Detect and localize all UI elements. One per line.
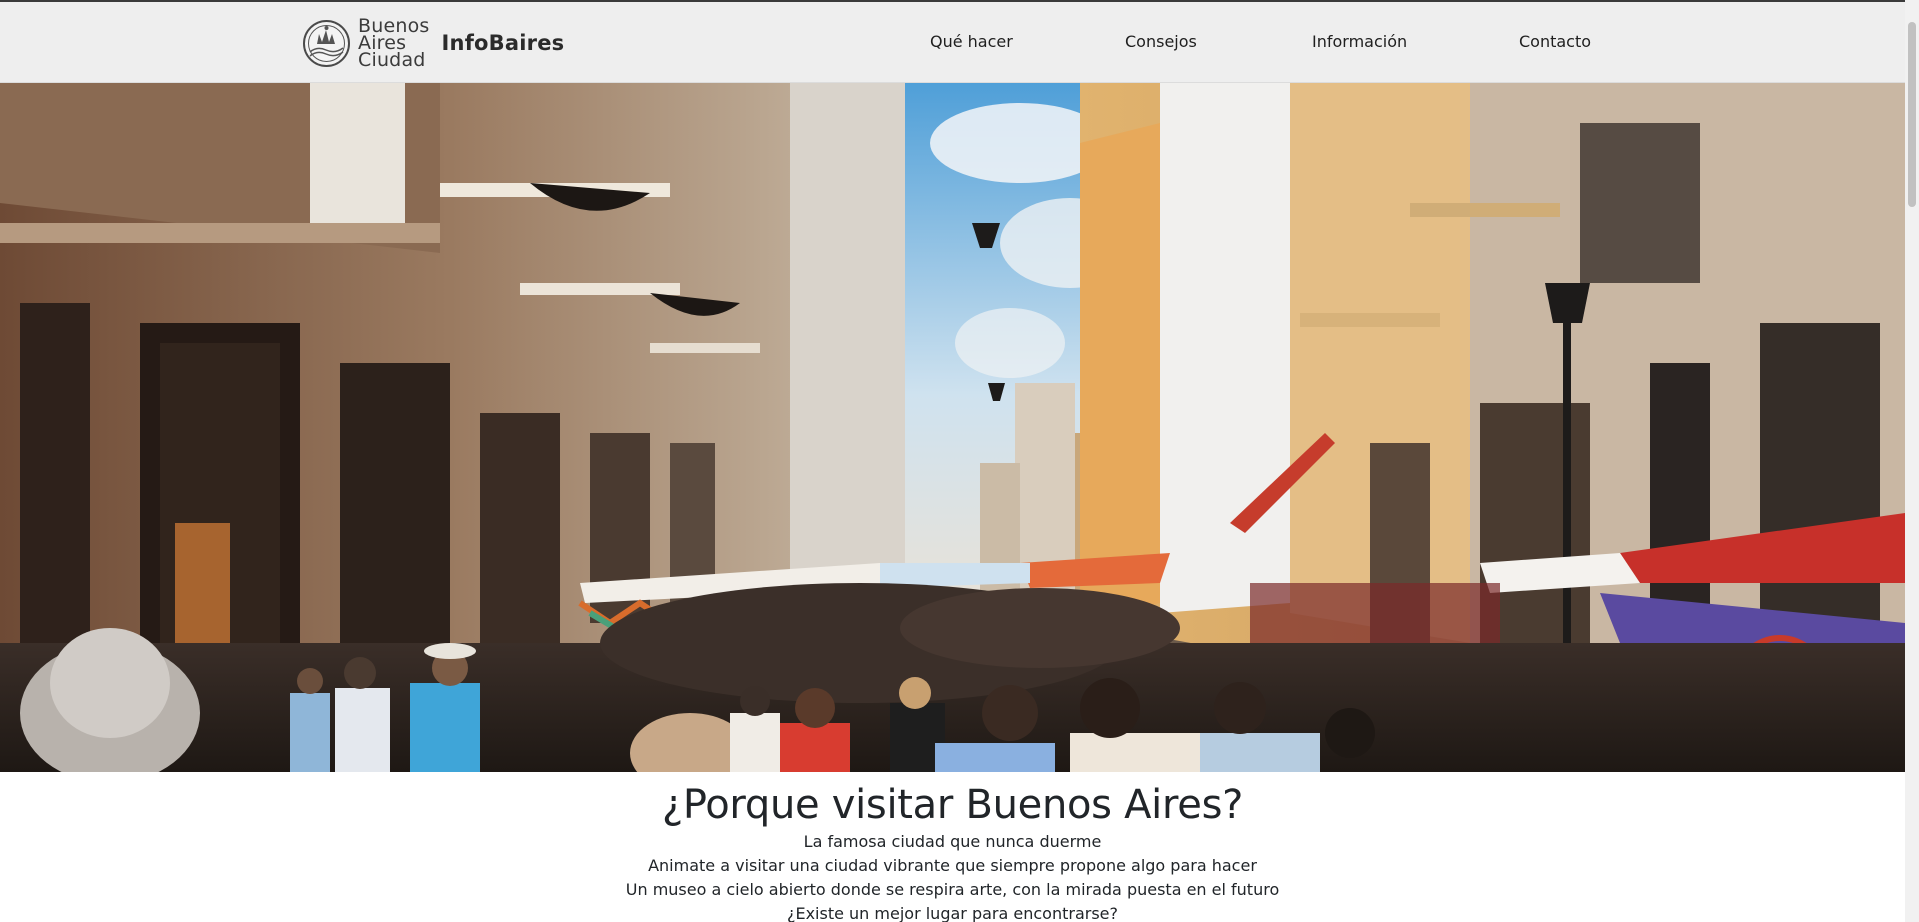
page-scrollbar[interactable] [1905, 0, 1919, 922]
nav-item-informacion[interactable]: Información [1312, 32, 1407, 51]
intro-line-1: La famosa ciudad que nunca duerme [803, 832, 1102, 851]
nav-item-que-hacer[interactable]: Qué hacer [930, 32, 1013, 51]
page-title: ¿Porque visitar Buenos Aires? [661, 782, 1244, 828]
intro-line-4: ¿Existe un mejor lugar para encontrarse? [786, 904, 1118, 922]
main-nav: Qué hacer Consejos Información Contacto [0, 2, 1905, 83]
nav-item-contacto[interactable]: Contacto [1519, 32, 1591, 51]
intro-section: ¿Porque visitar Buenos Aires? La famosa … [0, 772, 1905, 922]
nav-item-consejos[interactable]: Consejos [1125, 32, 1197, 51]
intro-text: La famosa ciudad que nunca duerme Animat… [0, 830, 1905, 922]
hero-image [0, 83, 1905, 772]
intro-line-2: Animate a visitar una ciudad vibrante qu… [648, 856, 1257, 875]
intro-line-3: Un museo a cielo abierto donde se respir… [625, 880, 1280, 899]
navbar: Buenos Aires Ciudad InfoBaires Qué hacer… [0, 2, 1905, 83]
street-market-illustration [0, 83, 1905, 772]
scrollbar-thumb[interactable] [1908, 22, 1916, 207]
